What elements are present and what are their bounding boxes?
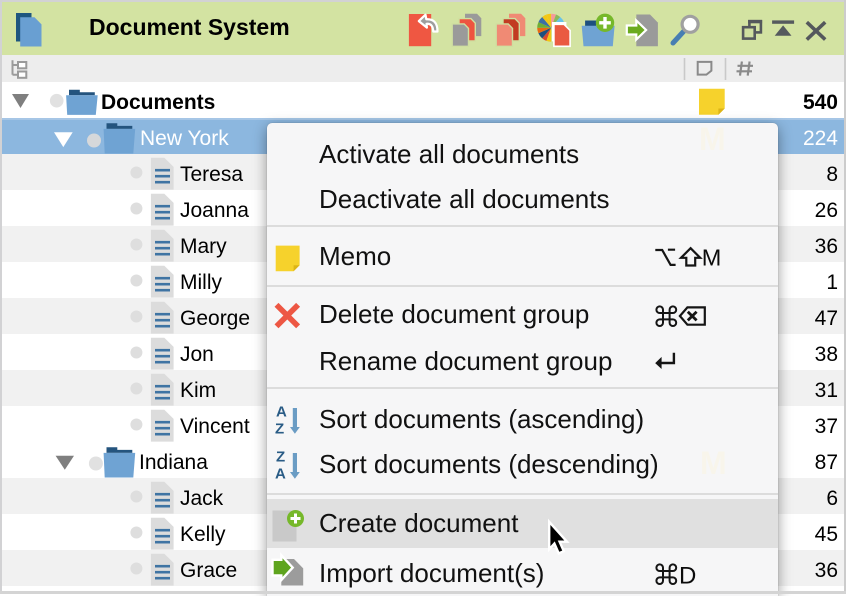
svg-text:M: M [702,245,722,271]
svg-text:A: A [275,466,286,483]
svg-text:Z: Z [275,421,284,438]
svg-text:A: A [276,404,287,421]
svg-text:D: D [679,562,696,589]
svg-text:Z: Z [276,449,285,466]
